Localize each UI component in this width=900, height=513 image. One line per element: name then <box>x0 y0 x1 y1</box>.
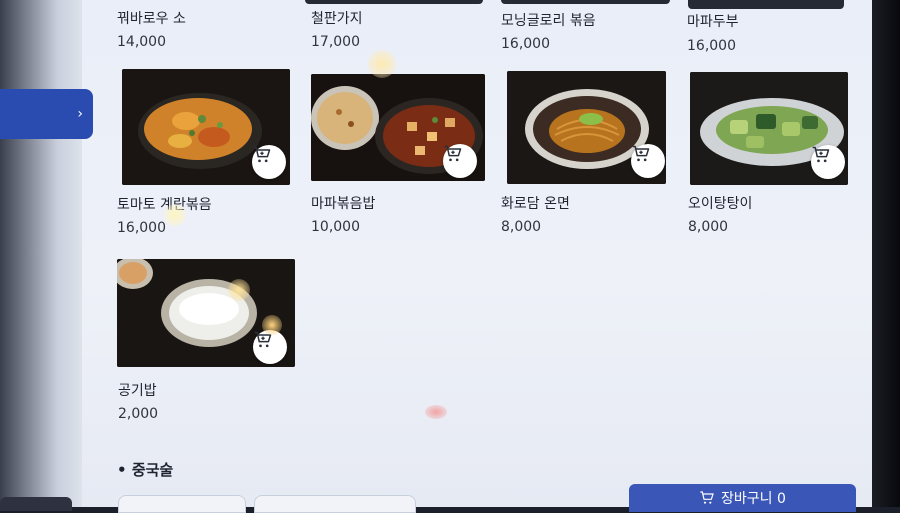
shopping-cart-icon <box>700 491 714 504</box>
shopping-cart-icon <box>444 145 462 162</box>
section-title: 중국술 <box>131 461 174 479</box>
menu-item-name[interactable]: 토마토 계란볶음 <box>117 194 212 214</box>
menu-item-price: 16,000 <box>687 38 736 54</box>
screen-bezel-right <box>872 0 900 507</box>
screen-bezel-left <box>0 0 82 507</box>
menu-item-image[interactable] <box>122 69 290 185</box>
add-to-cart-button[interactable] <box>811 145 845 179</box>
shopping-cart-icon <box>253 146 271 163</box>
menu-item-price: 8,000 <box>501 219 542 235</box>
menu-item-name[interactable]: 꿔바로우 소 <box>117 8 186 28</box>
category-chip[interactable] <box>254 495 416 513</box>
menu-item-price: 17,000 <box>311 34 360 50</box>
add-to-cart-button[interactable] <box>443 144 477 178</box>
side-tab-bottom[interactable] <box>0 497 72 511</box>
shopping-cart-icon <box>812 146 830 163</box>
menu-item-name[interactable]: 공기밥 <box>118 380 157 400</box>
add-to-cart-button[interactable] <box>631 144 665 178</box>
menu-item-price: 2,000 <box>118 406 159 422</box>
menu-item-image[interactable] <box>117 259 295 367</box>
menu-item-price: 14,000 <box>117 34 166 50</box>
category-side-tab[interactable]: › <box>0 89 93 139</box>
menu-item-image[interactable] <box>311 74 485 181</box>
shopping-cart-icon <box>254 331 272 348</box>
chevron-right-icon: › <box>77 106 83 122</box>
section-bullet: • <box>117 461 127 479</box>
menu-item-name[interactable]: 화로담 온면 <box>501 193 570 213</box>
menu-item-name[interactable]: 마파두부 <box>687 11 739 31</box>
menu-item-price: 8,000 <box>688 219 729 235</box>
menu-item-price: 16,000 <box>117 220 166 236</box>
menu-item-name[interactable]: 철판가지 <box>311 8 363 28</box>
category-chip[interactable] <box>118 495 246 513</box>
menu-item-price: 10,000 <box>311 219 360 235</box>
add-to-cart-button[interactable] <box>252 145 286 179</box>
cart-bar-label: 장바구니 0 <box>721 491 786 507</box>
menu-item-name[interactable]: 오이탕탕이 <box>688 193 752 213</box>
menu-item-image[interactable] <box>507 71 666 184</box>
section-heading: • 중국술 <box>117 459 173 480</box>
cart-bar-button[interactable]: 장바구니 0 <box>629 484 856 512</box>
image-edge <box>688 0 844 9</box>
image-edge <box>501 0 670 4</box>
menu-item-price: 16,000 <box>501 36 550 52</box>
menu-item-name[interactable]: 마파볶음밥 <box>311 193 375 213</box>
menu-item-image[interactable] <box>690 72 848 185</box>
shopping-cart-icon <box>632 145 650 162</box>
add-to-cart-button[interactable] <box>253 330 287 364</box>
menu-item-name[interactable]: 모닝글로리 볶음 <box>501 10 596 30</box>
image-edge <box>305 0 483 4</box>
